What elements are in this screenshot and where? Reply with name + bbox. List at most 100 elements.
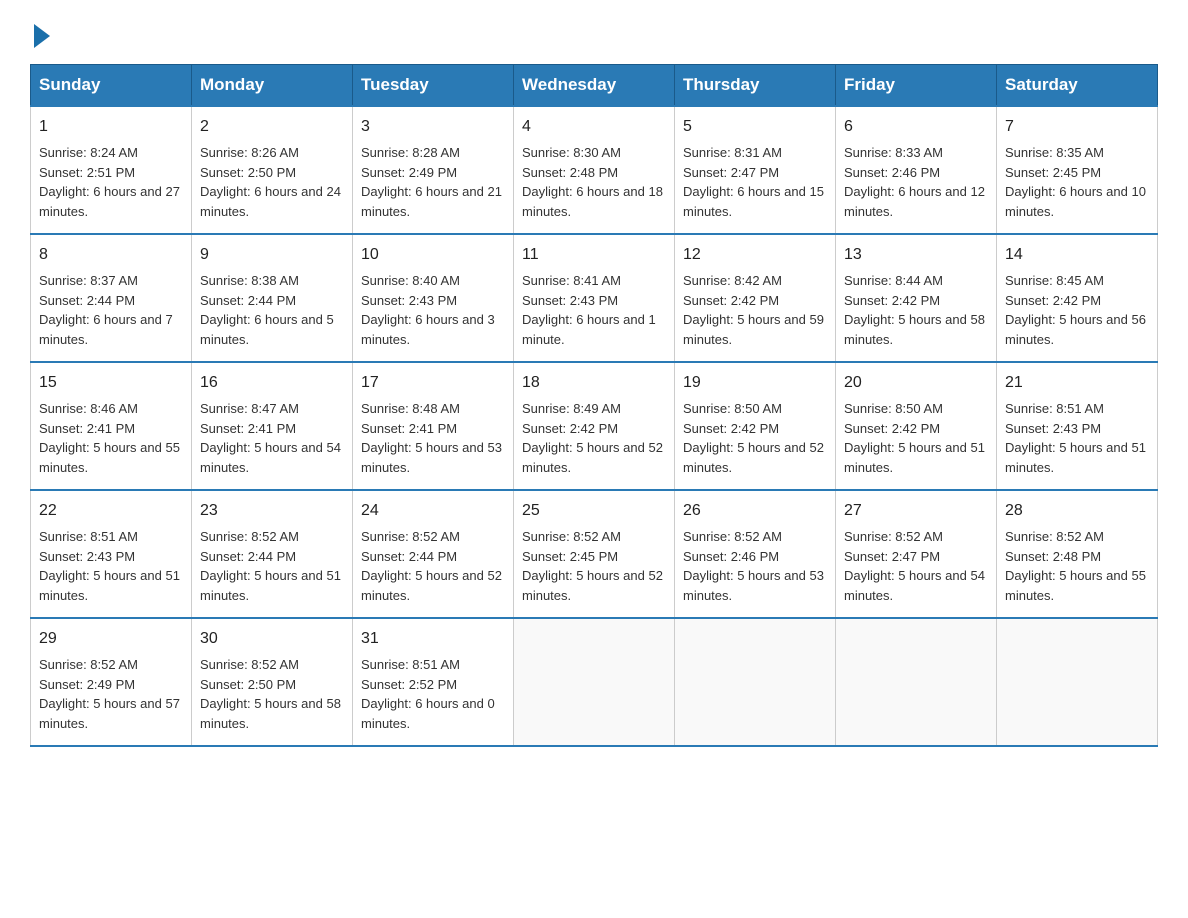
day-number: 19 [683,371,827,395]
day-info: Sunrise: 8:45 AMSunset: 2:42 PMDaylight:… [1005,273,1146,347]
day-number: 6 [844,115,988,139]
day-info: Sunrise: 8:41 AMSunset: 2:43 PMDaylight:… [522,273,656,347]
day-number: 7 [1005,115,1149,139]
calendar-cell: 25Sunrise: 8:52 AMSunset: 2:45 PMDayligh… [514,490,675,618]
calendar-cell [997,618,1158,746]
day-info: Sunrise: 8:51 AMSunset: 2:52 PMDaylight:… [361,657,495,731]
day-number: 11 [522,243,666,267]
day-info: Sunrise: 8:44 AMSunset: 2:42 PMDaylight:… [844,273,985,347]
day-number: 12 [683,243,827,267]
calendar-header-row: SundayMondayTuesdayWednesdayThursdayFrid… [31,65,1158,107]
calendar-cell: 18 Sunrise: 8:49 AMSunset: 2:42 PMDayligh… [514,362,675,490]
day-number: 10 [361,243,505,267]
day-info: Sunrise: 8:52 AMSunset: 2:50 PMDaylight:… [200,657,341,731]
calendar-cell: 5 Sunrise: 8:31 AMSunset: 2:47 PMDaylight… [675,106,836,234]
calendar-header-thursday: Thursday [675,65,836,107]
day-number: 9 [200,243,344,267]
page-header [30,20,1158,44]
calendar-cell: 3 Sunrise: 8:28 AMSunset: 2:49 PMDaylight… [353,106,514,234]
calendar-week-row: 22Sunrise: 8:51 AMSunset: 2:43 PMDayligh… [31,490,1158,618]
calendar-cell: 29 Sunrise: 8:52 AMSunset: 2:49 PMDayligh… [31,618,192,746]
day-info: Sunrise: 8:24 AMSunset: 2:51 PMDaylight:… [39,145,180,219]
day-number: 24 [361,499,505,523]
day-info: Sunrise: 8:33 AMSunset: 2:46 PMDaylight:… [844,145,985,219]
calendar-cell: 4 Sunrise: 8:30 AMSunset: 2:48 PMDaylight… [514,106,675,234]
day-number: 15 [39,371,183,395]
calendar-week-row: 1 Sunrise: 8:24 AMSunset: 2:51 PMDaylight… [31,106,1158,234]
calendar-cell: 1 Sunrise: 8:24 AMSunset: 2:51 PMDaylight… [31,106,192,234]
day-info: Sunrise: 8:38 AMSunset: 2:44 PMDaylight:… [200,273,334,347]
day-info: Sunrise: 8:35 AMSunset: 2:45 PMDaylight:… [1005,145,1146,219]
calendar-header-sunday: Sunday [31,65,192,107]
calendar-cell: 14 Sunrise: 8:45 AMSunset: 2:42 PMDayligh… [997,234,1158,362]
day-info: Sunrise: 8:52 AMSunset: 2:44 PMDaylight:… [361,529,502,603]
logo-arrow-icon [34,24,50,48]
day-info: Sunrise: 8:51 AMSunset: 2:43 PMDaylight:… [1005,401,1146,475]
calendar-week-row: 8 Sunrise: 8:37 AMSunset: 2:44 PMDaylight… [31,234,1158,362]
calendar-cell: 10 Sunrise: 8:40 AMSunset: 2:43 PMDayligh… [353,234,514,362]
calendar-cell: 11 Sunrise: 8:41 AMSunset: 2:43 PMDayligh… [514,234,675,362]
day-info: Sunrise: 8:49 AMSunset: 2:42 PMDaylight:… [522,401,663,475]
calendar-week-row: 15Sunrise: 8:46 AMSunset: 2:41 PMDayligh… [31,362,1158,490]
day-info: Sunrise: 8:50 AMSunset: 2:42 PMDaylight:… [683,401,824,475]
calendar-header-wednesday: Wednesday [514,65,675,107]
day-info: Sunrise: 8:30 AMSunset: 2:48 PMDaylight:… [522,145,663,219]
day-info: Sunrise: 8:52 AMSunset: 2:46 PMDaylight:… [683,529,824,603]
calendar-cell: 23Sunrise: 8:52 AMSunset: 2:44 PMDayligh… [192,490,353,618]
day-number: 16 [200,371,344,395]
day-info: Sunrise: 8:40 AMSunset: 2:43 PMDaylight:… [361,273,495,347]
calendar-cell: 26 Sunrise: 8:52 AMSunset: 2:46 PMDayligh… [675,490,836,618]
day-number: 22 [39,499,183,523]
calendar-cell: 21 Sunrise: 8:51 AMSunset: 2:43 PMDayligh… [997,362,1158,490]
calendar-cell: 31 Sunrise: 8:51 AMSunset: 2:52 PMDayligh… [353,618,514,746]
calendar-cell: 30 Sunrise: 8:52 AMSunset: 2:50 PMDayligh… [192,618,353,746]
day-number: 14 [1005,243,1149,267]
day-number: 26 [683,499,827,523]
calendar-header-saturday: Saturday [997,65,1158,107]
day-info: Sunrise: 8:28 AMSunset: 2:49 PMDaylight:… [361,145,502,219]
calendar-cell [675,618,836,746]
day-number: 23 [200,499,344,523]
day-info: Sunrise: 8:52 AMSunset: 2:49 PMDaylight:… [39,657,180,731]
day-number: 1 [39,115,183,139]
calendar-cell: 15Sunrise: 8:46 AMSunset: 2:41 PMDayligh… [31,362,192,490]
calendar-cell: 22Sunrise: 8:51 AMSunset: 2:43 PMDayligh… [31,490,192,618]
day-info: Sunrise: 8:31 AMSunset: 2:47 PMDaylight:… [683,145,824,219]
calendar-cell: 28 Sunrise: 8:52 AMSunset: 2:48 PMDayligh… [997,490,1158,618]
day-info: Sunrise: 8:52 AMSunset: 2:47 PMDaylight:… [844,529,985,603]
calendar-cell: 6 Sunrise: 8:33 AMSunset: 2:46 PMDaylight… [836,106,997,234]
calendar-header-tuesday: Tuesday [353,65,514,107]
calendar-cell: 7 Sunrise: 8:35 AMSunset: 2:45 PMDaylight… [997,106,1158,234]
day-number: 5 [683,115,827,139]
calendar-cell: 20 Sunrise: 8:50 AMSunset: 2:42 PMDayligh… [836,362,997,490]
day-number: 29 [39,627,183,651]
day-number: 31 [361,627,505,651]
day-info: Sunrise: 8:26 AMSunset: 2:50 PMDaylight:… [200,145,341,219]
day-info: Sunrise: 8:48 AMSunset: 2:41 PMDaylight:… [361,401,502,475]
calendar-cell: 12Sunrise: 8:42 AMSunset: 2:42 PMDayligh… [675,234,836,362]
calendar-week-row: 29 Sunrise: 8:52 AMSunset: 2:49 PMDayligh… [31,618,1158,746]
day-number: 27 [844,499,988,523]
day-number: 20 [844,371,988,395]
day-number: 21 [1005,371,1149,395]
day-info: Sunrise: 8:52 AMSunset: 2:45 PMDaylight:… [522,529,663,603]
day-number: 8 [39,243,183,267]
calendar-header-friday: Friday [836,65,997,107]
calendar-cell: 2 Sunrise: 8:26 AMSunset: 2:50 PMDaylight… [192,106,353,234]
day-number: 4 [522,115,666,139]
calendar-cell: 16Sunrise: 8:47 AMSunset: 2:41 PMDayligh… [192,362,353,490]
day-info: Sunrise: 8:52 AMSunset: 2:48 PMDaylight:… [1005,529,1146,603]
calendar-cell [514,618,675,746]
day-info: Sunrise: 8:37 AMSunset: 2:44 PMDaylight:… [39,273,173,347]
day-number: 17 [361,371,505,395]
calendar-cell: 9 Sunrise: 8:38 AMSunset: 2:44 PMDaylight… [192,234,353,362]
calendar-cell: 19 Sunrise: 8:50 AMSunset: 2:42 PMDayligh… [675,362,836,490]
day-number: 28 [1005,499,1149,523]
day-number: 30 [200,627,344,651]
day-info: Sunrise: 8:50 AMSunset: 2:42 PMDaylight:… [844,401,985,475]
day-number: 18 [522,371,666,395]
day-number: 3 [361,115,505,139]
day-number: 2 [200,115,344,139]
calendar-cell: 17 Sunrise: 8:48 AMSunset: 2:41 PMDayligh… [353,362,514,490]
calendar-cell: 8 Sunrise: 8:37 AMSunset: 2:44 PMDaylight… [31,234,192,362]
